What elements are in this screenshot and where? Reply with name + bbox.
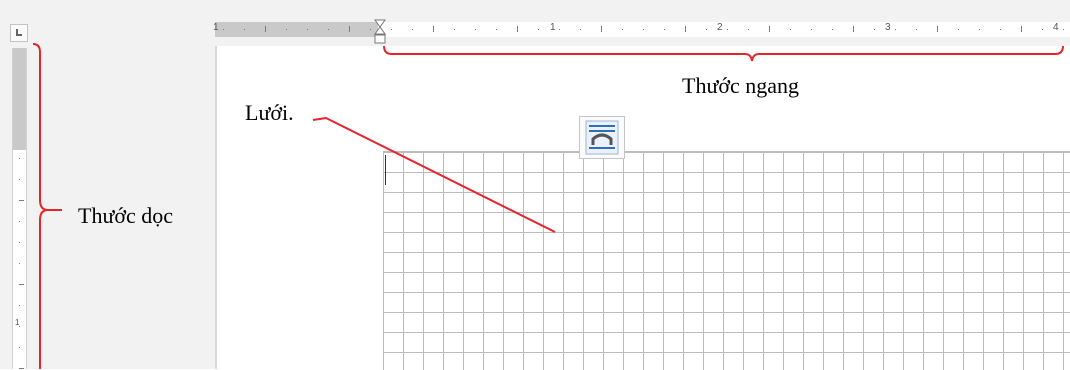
grid-pointer-line (312, 116, 556, 233)
vertical-ruler-label: Thước dọc (78, 203, 174, 228)
horizontal-ruler-bracket (383, 45, 1064, 62)
vertical-ruler-bracket (32, 43, 62, 369)
grid-label: Lưới. (245, 100, 294, 125)
annotation-lines (32, 43, 1064, 369)
horizontal-ruler-label: Thước ngang (682, 73, 800, 98)
